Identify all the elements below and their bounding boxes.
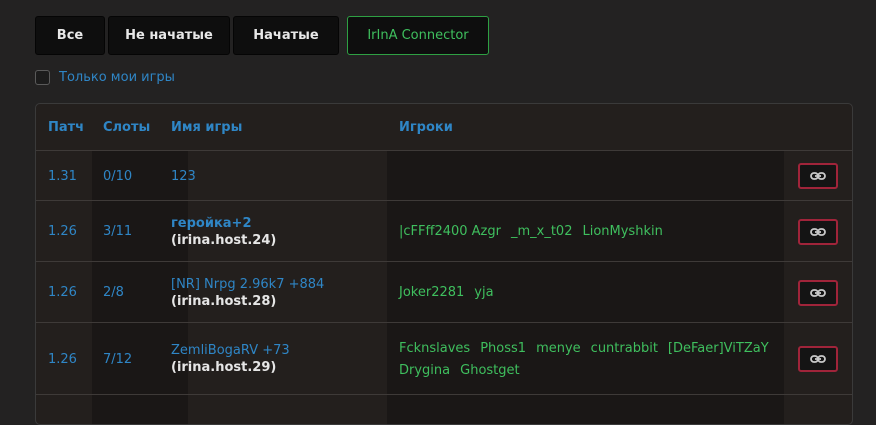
game-host: (irina.host.24) <box>171 232 277 248</box>
player-name: cuntrabbit <box>590 340 658 356</box>
row-slots: 2/8 <box>103 285 124 300</box>
join-button[interactable] <box>798 279 838 306</box>
only-my-games-filter[interactable]: Только мои игры <box>35 70 175 85</box>
game-host: (irina.host.28) <box>171 293 277 309</box>
row-slots: 0/10 <box>103 168 133 184</box>
game-name[interactable]: ZemliBogaRV +73 <box>171 343 290 358</box>
player-name: menye <box>536 340 581 356</box>
row-slots: 3/11 <box>103 224 133 239</box>
link-icon <box>810 355 826 363</box>
players-list: Fcknslaves Phoss1 menye cuntrabbit [DeFa… <box>399 341 769 378</box>
player-name: _m_x_t02 <box>510 224 573 239</box>
tab-not-started[interactable]: Не начатые <box>108 16 230 55</box>
player-name: LionMyshkin <box>582 224 663 239</box>
game-name[interactable]: [NR] Nrpg 2.96k7 +884 <box>171 277 324 292</box>
tab-irina-connector[interactable]: IrInA Connector <box>347 16 489 55</box>
game-host: (irina.host.29) <box>171 360 277 375</box>
table-row <box>36 394 852 424</box>
header-players: Игроки <box>399 119 453 135</box>
row-patch: 1.26 <box>48 285 77 300</box>
only-my-games-label: Только мои игры <box>59 70 175 85</box>
player-name: Phoss1 <box>480 340 527 356</box>
table-header: Патч Слоты Имя игры Игроки <box>36 104 852 150</box>
player-name: yja <box>474 285 494 300</box>
join-button[interactable] <box>798 163 838 189</box>
row-patch: 1.26 <box>48 224 77 239</box>
row-patch: 1.26 <box>48 351 77 367</box>
player-name: Fcknslaves <box>399 340 471 356</box>
player-name: |cFFff2400 Azgr <box>399 224 501 239</box>
join-button[interactable] <box>798 218 838 245</box>
header-slots: Слоты <box>103 119 151 135</box>
row-slots: 7/12 <box>103 351 133 367</box>
row-patch: 1.31 <box>48 168 77 184</box>
tab-all[interactable]: Все <box>35 16 105 55</box>
player-name: [DeFaer]ViTZaY <box>667 340 769 356</box>
game-name[interactable]: геройка+2 <box>171 216 276 231</box>
header-patch: Патч <box>48 119 85 135</box>
players-list: |cFFff2400 Azgr _m_x_t02 LionMyshkin <box>399 224 663 239</box>
games-table: Патч Слоты Имя игры Игроки 1.31 0/10 123… <box>35 103 853 425</box>
players-list: Joker2281 yja <box>399 285 494 300</box>
player-name: Ghostget <box>460 362 520 378</box>
game-name[interactable]: 123 <box>171 169 196 184</box>
table-row: 1.31 0/10 123 <box>36 150 852 201</box>
filter-tabs: Все Не начатые Начатые IrInA Connector <box>35 16 489 55</box>
link-icon <box>810 227 826 236</box>
tab-started[interactable]: Начатые <box>233 16 339 55</box>
table-row: 1.26 7/12 ZemliBogaRV +73 (irina.host.29… <box>36 322 852 395</box>
table-row: 1.26 2/8 [NR] Nrpg 2.96k7 +884 (irina.ho… <box>36 261 852 323</box>
only-my-games-checkbox[interactable] <box>35 70 50 85</box>
player-name: Drygina <box>399 362 451 378</box>
table-row: 1.26 3/11 геройка+2 (irina.host.24) |cFF… <box>36 200 852 262</box>
link-icon <box>810 172 826 180</box>
join-button[interactable] <box>798 346 838 372</box>
player-name: Joker2281 <box>399 285 465 300</box>
link-icon <box>810 288 826 297</box>
header-name: Имя игры <box>171 119 243 135</box>
